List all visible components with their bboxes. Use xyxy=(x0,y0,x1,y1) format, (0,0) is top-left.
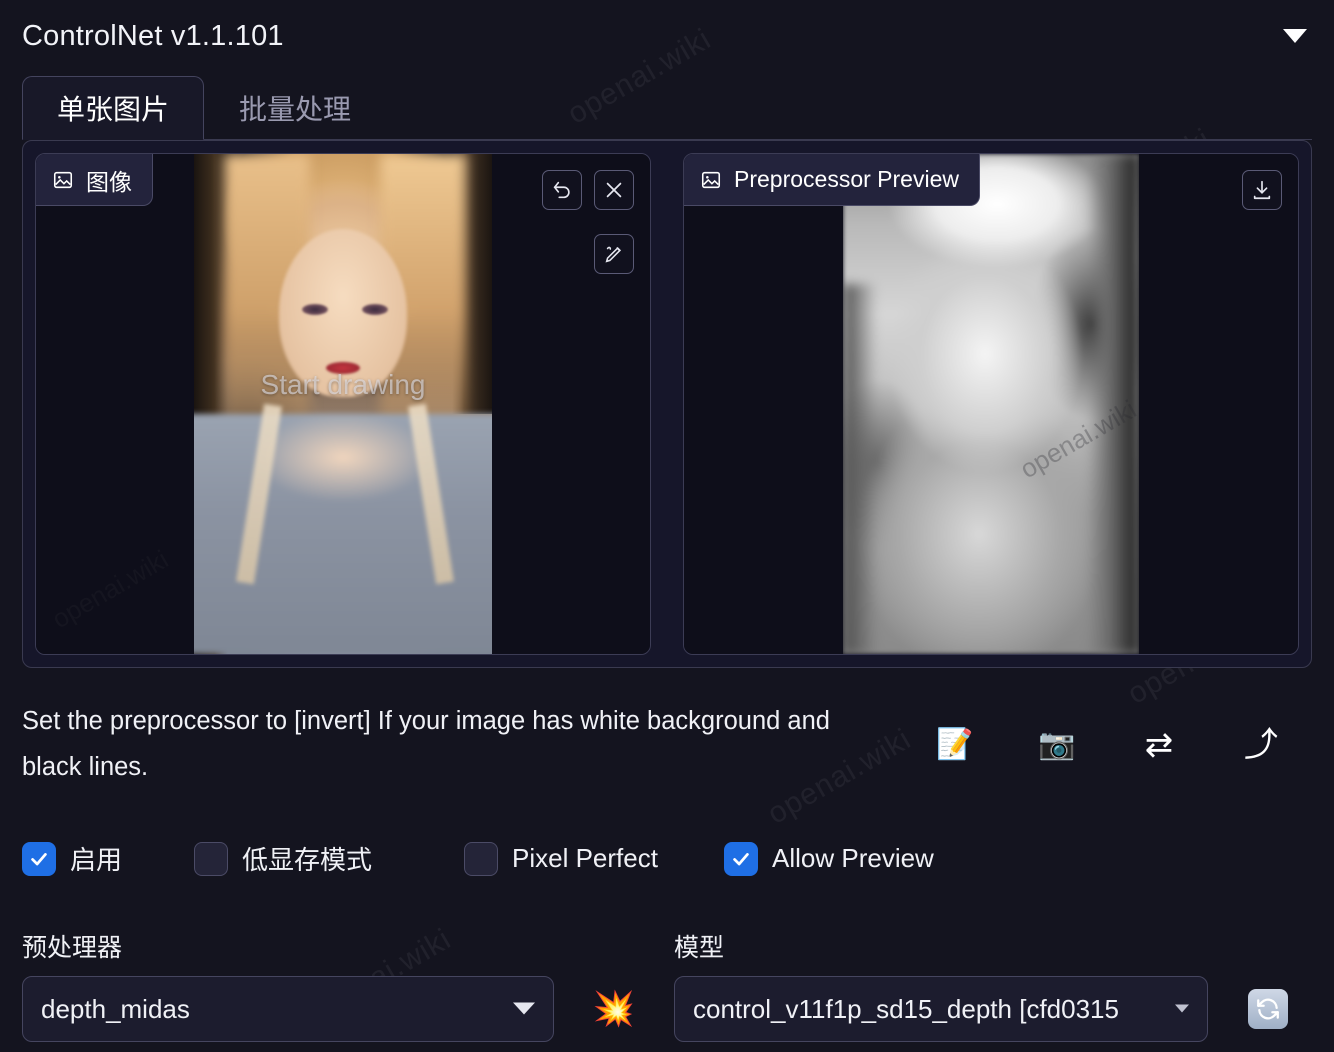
source-photo xyxy=(194,154,492,654)
page-title: ControlNet v1.1.101 xyxy=(22,19,284,52)
source-image-brush-tools xyxy=(594,234,634,274)
source-image-badge-label: 图像 xyxy=(86,168,132,195)
preview-badge: Preprocessor Preview xyxy=(684,154,980,206)
hint-row: Set the preprocessor to [invert] If your… xyxy=(22,698,1312,791)
swap-arrows-icon: ⇄ xyxy=(1144,726,1174,764)
preprocessor-value: depth_midas xyxy=(41,993,190,1024)
mirror-webcam-button[interactable]: ⇄ xyxy=(1108,728,1210,762)
memo-icon: 📝 xyxy=(936,728,974,761)
controlnet-panel: openai.wiki openai.wiki openai.wiki open… xyxy=(0,0,1334,1052)
model-value: control_v11f1p_sd15_depth [cfd0315 xyxy=(693,993,1119,1024)
allow-preview-checkbox-label: Allow Preview xyxy=(772,843,934,873)
explosion-icon: 💥 xyxy=(592,990,636,1028)
preview-badge-label: Preprocessor Preview xyxy=(734,166,959,192)
refresh-icon xyxy=(1248,989,1288,1029)
image-icon xyxy=(52,169,74,191)
undo-icon[interactable] xyxy=(542,170,582,210)
allow-preview-checkbox[interactable]: Allow Preview xyxy=(724,841,934,876)
image-action-icons: 📝 📷 ⇄ ⤴ xyxy=(904,728,1312,762)
image-area-card: openai.wiki Start drawing 图像 openai.wiki… xyxy=(22,140,1312,668)
image-icon xyxy=(700,169,722,191)
preview-image xyxy=(843,154,1139,654)
low-vram-checkbox-label: 低显存模式 xyxy=(242,845,373,875)
tab-single-image[interactable]: 单张图片 xyxy=(22,76,205,140)
pen-icon[interactable] xyxy=(594,234,634,274)
preprocessor-hint-text: Set the preprocessor to [invert] If your… xyxy=(22,707,830,782)
enable-checkbox-label: 启用 xyxy=(70,845,123,875)
camera-icon: 📷 xyxy=(1038,728,1076,761)
checkbox-box[interactable] xyxy=(724,841,758,876)
model-config-row: 预处理器 depth_midas 💥 模型 control_v11f1p_sd1… xyxy=(22,928,1312,1042)
source-image-badge: 图像 xyxy=(36,154,153,206)
chevron-down-icon[interactable] xyxy=(1278,19,1312,53)
tab-batch-label: 批量处理 xyxy=(239,93,352,125)
run-preprocessor-button[interactable]: 💥 xyxy=(554,976,674,1042)
open-new-canvas-button[interactable]: 📝 xyxy=(904,730,1006,760)
tab-bar: 单张图片 批量处理 xyxy=(22,76,1312,140)
preprocessor-field: 预处理器 depth_midas xyxy=(22,928,554,1042)
download-icon[interactable] xyxy=(1242,170,1282,210)
arrow-up-icon: ⤴ xyxy=(1244,726,1278,764)
preview-tools xyxy=(1242,170,1282,210)
model-select[interactable]: control_v11f1p_sd15_depth [cfd0315 xyxy=(674,976,1208,1042)
preprocessor-preview-pane[interactable]: openai.wiki Preprocessor Preview xyxy=(683,153,1299,655)
refresh-models-button[interactable] xyxy=(1242,976,1294,1042)
source-image-tools xyxy=(542,170,634,210)
pixel-perfect-checkbox[interactable]: Pixel Perfect xyxy=(464,841,724,876)
low-vram-checkbox[interactable]: 低显存模式 xyxy=(194,840,464,877)
model-field: 模型 control_v11f1p_sd15_depth [cfd0315 xyxy=(674,928,1208,1042)
pixel-perfect-checkbox-label: Pixel Perfect xyxy=(512,843,658,873)
close-icon[interactable] xyxy=(594,170,634,210)
model-label: 模型 xyxy=(674,934,725,962)
tab-batch[interactable]: 批量处理 xyxy=(204,75,386,139)
chevron-down-icon xyxy=(513,1002,535,1016)
preview-image-stage[interactable] xyxy=(684,154,1298,654)
webcam-button[interactable]: 📷 xyxy=(1006,730,1108,760)
source-image xyxy=(194,154,492,654)
panel-header: ControlNet v1.1.101 xyxy=(0,0,1334,72)
send-dimensions-button[interactable]: ⤴ xyxy=(1210,728,1312,762)
options-row: 启用 低显存模式 Pixel Perfect Allow Preview xyxy=(22,840,1312,877)
chevron-down-icon xyxy=(1175,1004,1189,1014)
tab-single-image-label: 单张图片 xyxy=(57,94,170,125)
enable-checkbox[interactable]: 启用 xyxy=(22,840,194,877)
preprocessor-select[interactable]: depth_midas xyxy=(22,976,554,1042)
checkbox-box[interactable] xyxy=(22,841,56,876)
source-image-pane[interactable]: openai.wiki Start drawing 图像 xyxy=(35,153,651,655)
source-image-stage[interactable] xyxy=(36,154,650,654)
checkbox-box[interactable] xyxy=(464,841,498,876)
depth-map xyxy=(843,154,1139,654)
preprocessor-label: 预处理器 xyxy=(22,934,123,962)
checkbox-box[interactable] xyxy=(194,841,228,876)
